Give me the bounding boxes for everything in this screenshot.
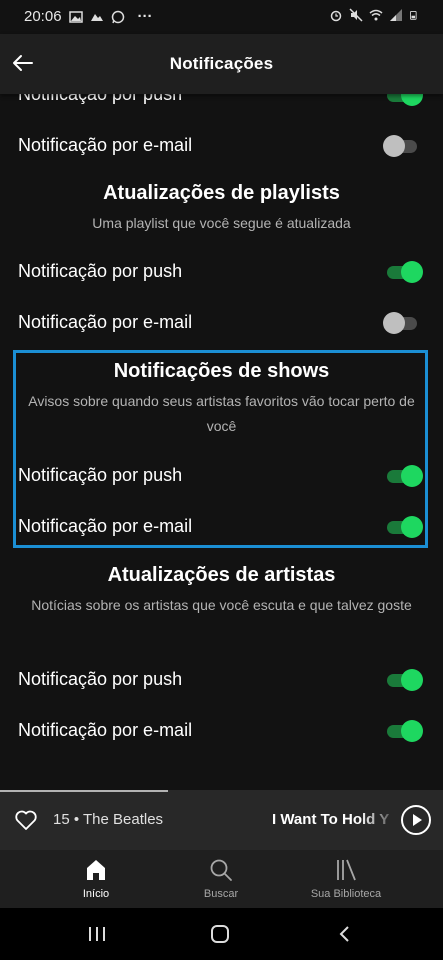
playlists-section-description: Uma playlist que você segue é atualizada — [92, 215, 351, 231]
playlists-push-label: Notificação por push — [18, 261, 183, 281]
back-system-icon[interactable] — [333, 924, 357, 944]
shows-push-label: Notificação por push — [18, 465, 183, 485]
play-icon[interactable] — [400, 804, 432, 836]
shows-push-row[interactable]: Notificação por push — [18, 461, 423, 491]
nav-library[interactable]: Sua Biblioteca — [296, 858, 396, 906]
weather-icon — [90, 13, 103, 21]
recent-apps-icon[interactable] — [85, 924, 109, 944]
playlists-section-title: Atualizações de playlists — [103, 182, 340, 204]
notification-settings-list[interactable]: Notificação por push Notificação por e-m… — [0, 94, 443, 790]
nav-home-label: Início — [82, 888, 110, 900]
artists-push-toggle[interactable] — [383, 669, 423, 691]
top-push-row[interactable]: Notificação por push — [18, 94, 423, 110]
status-left: 20:06 ··· — [24, 8, 153, 25]
top-push-toggle[interactable] — [383, 94, 423, 106]
page-title: Notificações — [169, 54, 274, 73]
whatsapp-icon — [111, 10, 124, 23]
shows-section-description: Avisos sobre quando seus artistas favori… — [28, 393, 415, 434]
now-playing-bar[interactable]: 15 • The Beatles I Want To Hold Y — [0, 790, 443, 850]
wifi-icon — [369, 9, 383, 21]
playlists-push-toggle[interactable] — [383, 261, 423, 283]
artists-section-title: Atualizações de artistas — [107, 564, 336, 586]
shows-section-title: Notificações de shows — [113, 360, 330, 382]
artists-email-toggle[interactable] — [383, 720, 423, 742]
nav-search-label: Buscar — [203, 888, 239, 900]
signal-icon — [390, 9, 402, 21]
heart-icon[interactable] — [14, 809, 38, 831]
library-icon — [337, 859, 356, 881]
app-header: Notificações — [0, 34, 443, 94]
alarm-icon — [330, 10, 342, 22]
mute-icon — [349, 8, 363, 22]
bottom-nav: Início Buscar Sua Biblioteca — [0, 850, 443, 908]
artists-section-description: Notícias sobre os artistas que você escu… — [31, 597, 412, 613]
shows-email-toggle[interactable] — [383, 516, 423, 538]
artists-email-row[interactable]: Notificação por e-mail — [18, 716, 423, 746]
gallery-icon — [68, 10, 83, 23]
battery-icon — [410, 11, 417, 20]
shows-push-toggle[interactable] — [383, 465, 423, 487]
playlists-email-toggle[interactable] — [383, 312, 423, 334]
home-system-icon[interactable] — [208, 924, 232, 944]
track-text-fade — [360, 790, 400, 850]
home-icon — [87, 860, 105, 880]
shows-email-row[interactable]: Notificação por e-mail — [18, 512, 423, 542]
status-time: 20:06 — [24, 8, 62, 25]
shows-email-label: Notificação por e-mail — [18, 516, 193, 536]
artists-push-row[interactable]: Notificação por push — [18, 665, 423, 695]
playlists-push-row[interactable]: Notificação por push — [18, 257, 423, 287]
artists-push-label: Notificação por push — [18, 669, 183, 689]
more-notifications-icon: ··· — [137, 8, 153, 25]
status-right — [329, 8, 419, 22]
top-push-label: Notificação por push — [18, 94, 183, 104]
nav-search[interactable]: Buscar — [171, 858, 271, 906]
now-playing-artist: 15 • The Beatles — [53, 811, 164, 828]
system-nav-bar — [0, 908, 443, 960]
playback-progress-bar — [0, 790, 169, 792]
playlists-email-label: Notificação por e-mail — [18, 312, 193, 332]
top-email-label: Notificação por e-mail — [18, 135, 193, 155]
playlists-email-row[interactable]: Notificação por e-mail — [18, 308, 423, 338]
search-icon — [210, 859, 232, 881]
nav-library-label: Sua Biblioteca — [310, 888, 382, 900]
top-email-row[interactable]: Notificação por e-mail — [18, 131, 423, 161]
top-email-toggle[interactable] — [383, 135, 423, 157]
artists-email-label: Notificação por e-mail — [18, 720, 193, 740]
status-bar: 20:06 ··· — [0, 0, 443, 34]
nav-home[interactable]: Início — [46, 858, 146, 906]
